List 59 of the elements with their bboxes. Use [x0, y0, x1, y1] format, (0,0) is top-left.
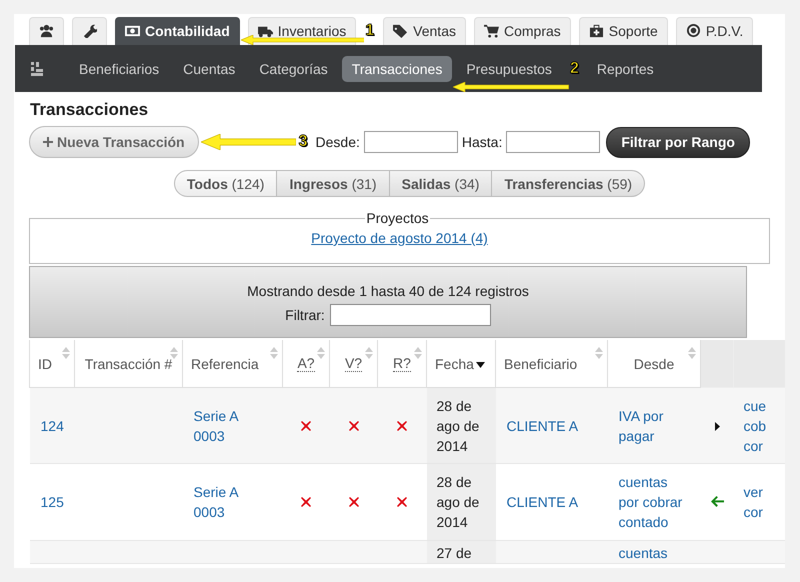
- filter-tab[interactable]: Transferencias (59): [492, 170, 646, 197]
- account-link[interactable]: ver: [744, 482, 785, 502]
- account-link[interactable]: cob: [744, 416, 785, 436]
- tag-icon: [393, 24, 408, 38]
- payee-link[interactable]: CLIENTE A: [496, 464, 608, 540]
- reference-link[interactable]: Serie A 0003: [182, 388, 282, 464]
- module-tab[interactable]: Ventas: [383, 17, 466, 45]
- filter-tab[interactable]: Salidas (34): [390, 170, 492, 197]
- callout-number: 3: [298, 134, 308, 150]
- wrench-icon: [82, 24, 97, 38]
- id-cell[interactable]: 125: [30, 464, 74, 540]
- nav-item[interactable]: Categorías: [249, 56, 338, 82]
- date-field[interactable]: [364, 131, 458, 153]
- reference-link[interactable]: Serie A 0003: [182, 464, 282, 540]
- medkit-icon: [588, 24, 604, 38]
- account-link[interactable]: IVA por pagar: [608, 388, 700, 464]
- filter-tab[interactable]: Ingresos (31): [277, 170, 390, 197]
- callout-number: 1: [365, 23, 374, 39]
- truck-icon: [258, 24, 273, 38]
- filter-button[interactable]: Filtrar por Rango: [606, 126, 750, 158]
- date-cell: 27 de: [426, 540, 496, 564]
- date-field[interactable]: [506, 131, 600, 153]
- account-link[interactable]: cuentas por cobrar contado: [608, 464, 700, 540]
- date-cell: 28 de ago de 2014: [426, 388, 496, 464]
- new-transaction-button[interactable]: Nueva Transacción: [29, 126, 199, 158]
- to-label: Hasta:: [462, 134, 502, 150]
- records-info: Mostrando desde 1 hasta 40 de 124 registros: [247, 283, 529, 299]
- filter-label: Filtrar:: [285, 307, 325, 323]
- id-cell[interactable]: 124: [30, 388, 74, 464]
- page-title: Transacciones: [30, 100, 150, 120]
- account-link[interactable]: cor: [744, 436, 785, 456]
- plus-icon: [43, 137, 53, 147]
- account-link[interactable]: cuentas: [608, 540, 700, 564]
- callout-number: 2: [570, 60, 579, 76]
- filter-tab[interactable]: Todos (124): [174, 170, 278, 197]
- users-icon: [39, 24, 54, 38]
- project-link[interactable]: Proyecto de agosto 2014 (4): [311, 230, 488, 246]
- module-tab[interactable]: P.D.V.: [676, 17, 754, 45]
- module-tab[interactable]: [29, 17, 64, 45]
- from-label: Desde:: [316, 134, 360, 150]
- nav-item[interactable]: Presupuestos: [456, 56, 562, 82]
- date-cell: 28 de ago de 2014: [426, 464, 496, 540]
- account-link[interactable]: cue: [744, 396, 785, 416]
- projects-legend: Proyectos: [365, 210, 430, 226]
- banknote-icon: [125, 24, 140, 38]
- grid-icon: [31, 62, 43, 76]
- module-tab[interactable]: Soporte: [578, 17, 668, 45]
- target-icon: [686, 24, 701, 38]
- account-link[interactable]: cor: [744, 502, 785, 522]
- cart-icon: [484, 24, 499, 38]
- nav-item[interactable]: Cuentas: [173, 56, 246, 82]
- module-tab[interactable]: Compras: [474, 17, 571, 45]
- module-tab[interactable]: [72, 17, 107, 45]
- module-tab[interactable]: Contabilidad: [115, 17, 240, 45]
- filter-field[interactable]: [330, 304, 491, 326]
- payee-link[interactable]: CLIENTE A: [496, 388, 608, 464]
- nav-item[interactable]: Reportes: [586, 56, 664, 82]
- nav-item[interactable]: Beneficiarios: [69, 56, 170, 82]
- nav-item[interactable]: Transacciones: [342, 56, 452, 82]
